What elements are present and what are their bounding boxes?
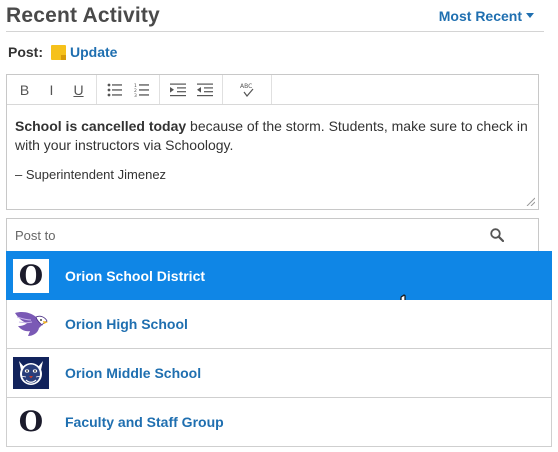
- spellcheck-button[interactable]: ABC: [227, 75, 267, 105]
- page-title: Recent Activity: [6, 4, 160, 27]
- indent-group: [160, 75, 223, 104]
- activity-header: Recent Activity Most Recent: [6, 2, 544, 32]
- indent-button[interactable]: [164, 75, 191, 105]
- post-type-link[interactable]: Update: [70, 44, 117, 60]
- option-label: Faculty and Staff Group: [65, 414, 224, 430]
- option-orion-middle-school[interactable]: Orion Middle School: [6, 349, 552, 398]
- bullet-list-button[interactable]: [101, 75, 128, 105]
- underline-button[interactable]: U: [65, 75, 92, 105]
- district-logo-letter: O: [18, 258, 44, 292]
- outdent-button[interactable]: [191, 75, 218, 105]
- option-label: Orion School District: [65, 267, 206, 284]
- editor-textarea[interactable]: School is cancelled today because of the…: [7, 105, 538, 184]
- message-bold-text: School is cancelled today: [15, 118, 187, 134]
- note-icon: [51, 44, 66, 60]
- group-logo: O: [13, 405, 49, 439]
- post-editor: B I U 1 2 3 ABC School is cancelled toda…: [6, 74, 539, 210]
- format-group: B I U: [7, 75, 97, 104]
- bullet-list-icon: [107, 83, 122, 96]
- italic-button[interactable]: I: [38, 75, 65, 105]
- post-to-options: O Orion School District Orion High Schoo…: [6, 251, 552, 447]
- option-faculty-and-staff-group[interactable]: O Faculty and Staff Group: [6, 398, 552, 447]
- district-logo: O: [13, 258, 49, 293]
- search-icon[interactable]: [490, 228, 504, 242]
- eagle-logo: [13, 307, 49, 341]
- wildcat-logo: [13, 356, 49, 390]
- option-label: Orion Middle School: [65, 365, 202, 381]
- spellcheck-icon: ABC: [240, 83, 254, 97]
- sort-dropdown[interactable]: Most Recent: [439, 8, 534, 24]
- post-message: School is cancelled today because of the…: [15, 117, 530, 155]
- sort-label: Most Recent: [438, 8, 522, 24]
- option-label: Orion High School: [65, 316, 188, 332]
- post-label: Post:: [8, 44, 43, 60]
- indent-icon: [169, 83, 186, 96]
- list-group: 1 2 3: [97, 75, 160, 104]
- post-to-placeholder: Post to: [15, 228, 56, 243]
- group-logo-letter: O: [18, 405, 44, 438]
- numbered-list-icon: 1 2 3: [134, 83, 149, 97]
- tools-group: ABC: [223, 75, 272, 104]
- resize-handle-icon[interactable]: [525, 196, 535, 206]
- outdent-icon: [196, 83, 213, 96]
- post-type-row: Post: Update: [8, 42, 117, 62]
- bold-button[interactable]: B: [11, 75, 38, 105]
- svg-text:3: 3: [134, 93, 137, 97]
- svg-text:ABC: ABC: [240, 83, 252, 90]
- caret-down-icon: [526, 13, 534, 18]
- numbered-list-button[interactable]: 1 2 3: [128, 75, 155, 105]
- editor-toolbar: B I U 1 2 3 ABC: [7, 75, 538, 105]
- post-to-field[interactable]: Post to: [6, 218, 539, 251]
- option-orion-high-school[interactable]: Orion High School: [6, 300, 552, 349]
- option-orion-school-district[interactable]: O Orion School District: [6, 251, 552, 323]
- message-signature: – Superintendent Jimenez: [15, 167, 167, 182]
